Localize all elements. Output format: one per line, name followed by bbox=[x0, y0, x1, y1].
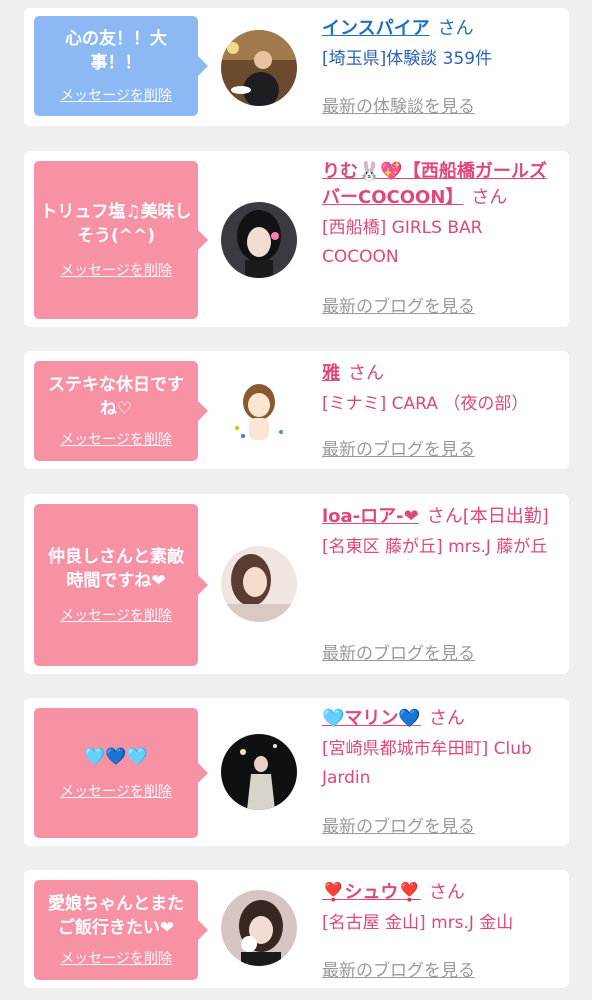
message-bubble: 愛娘ちゃんとまたご飯行きたい❤ メッセージを削除 bbox=[34, 880, 208, 980]
latest-blog-link[interactable]: 最新のブログを見る bbox=[322, 812, 475, 837]
avatar[interactable] bbox=[221, 202, 297, 278]
delete-message-link[interactable]: メッセージを削除 bbox=[60, 781, 172, 801]
latest-blog-link[interactable]: 最新のブログを見る bbox=[322, 639, 475, 664]
list-item: 🩵💙🩵 メッセージを削除 🩵マリン💙 さん [宮崎県都城市牟田町] Club Ja… bbox=[24, 698, 569, 846]
user-name-link[interactable]: りむ🐰💖【西船橋ガールズバーCOCOON】 bbox=[322, 161, 547, 208]
honorific: さん[本日出勤] bbox=[426, 506, 549, 527]
shop-info: [ミナミ] CARA （夜の部） bbox=[322, 394, 529, 414]
honorific: さん bbox=[428, 708, 465, 729]
honorific: さん bbox=[428, 882, 465, 903]
user-info: りむ🐰💖【西船橋ガールズバーCOCOON】 さん [西船橋] GIRLS BAR … bbox=[322, 159, 562, 272]
latest-blog-link[interactable]: 最新のブログを見る bbox=[322, 435, 475, 460]
latest-blog-link[interactable]: 最新のブログを見る bbox=[322, 292, 475, 317]
user-name-link[interactable]: loa-ロア-❤ bbox=[322, 506, 419, 527]
message-text: トリュフ塩♫美味しそう(^^) bbox=[40, 202, 192, 246]
latest-blog-link[interactable]: 最新のブログを見る bbox=[322, 956, 475, 981]
message-text: ステキな休日ですね♡ bbox=[48, 375, 184, 419]
shop-info: [埼玉県]体験談 359件 bbox=[322, 49, 493, 69]
message-text: 愛娘ちゃんとまたご飯行きたい❤ bbox=[48, 894, 184, 938]
delete-message-link[interactable]: メッセージを削除 bbox=[60, 85, 172, 105]
message-bubble: 仲良しさんと素敵時間ですね❤ メッセージを削除 bbox=[34, 504, 208, 666]
avatar[interactable] bbox=[221, 30, 297, 106]
user-info: loa-ロア-❤ さん[本日出勤] [名東区 藤が丘] mrs.J 藤が丘 bbox=[322, 504, 562, 562]
honorific: さん bbox=[471, 187, 508, 208]
message-list: 心の友！！大事！！ メッセージを削除 インスパイア さん [埼玉県]体験談 359… bbox=[0, 0, 592, 1000]
list-item: ステキな休日ですね♡ メッセージを削除 雅さん [ミナミ] CARA （夜の部）… bbox=[24, 351, 569, 469]
message-bubble: トリュフ塩♫美味しそう(^^) メッセージを削除 bbox=[34, 161, 208, 319]
user-info: ❣️シュウ❣️ さん [名古屋 金山] mrs.J 金山 bbox=[322, 880, 562, 938]
shop-info: [西船橋] GIRLS BAR COCOON bbox=[322, 218, 483, 267]
list-item: 愛娘ちゃんとまたご飯行きたい❤ メッセージを削除 ❣️シュウ❣️ さん [名古屋 … bbox=[24, 870, 569, 988]
avatar[interactable] bbox=[221, 372, 297, 448]
delete-message-link[interactable]: メッセージを削除 bbox=[60, 605, 172, 625]
delete-message-link[interactable]: メッセージを削除 bbox=[60, 260, 172, 280]
latest-review-link[interactable]: 最新の体験談を見る bbox=[322, 92, 475, 117]
shop-info: [宮崎県都城市牟田町] Club Jardin bbox=[322, 739, 532, 788]
user-info: インスパイア さん [埼玉県]体験談 359件 bbox=[322, 16, 562, 74]
honorific: さん bbox=[348, 363, 384, 384]
message-text: 心の友！！大事！！ bbox=[65, 29, 167, 73]
list-item: 心の友！！大事！！ メッセージを削除 インスパイア さん [埼玉県]体験談 359… bbox=[24, 8, 569, 126]
shop-info: [名古屋 金山] mrs.J 金山 bbox=[322, 913, 514, 933]
avatar[interactable] bbox=[221, 890, 297, 966]
user-name-link[interactable]: インスパイア bbox=[322, 18, 430, 39]
shop-info: [名東区 藤が丘] mrs.J 藤が丘 bbox=[322, 537, 548, 557]
honorific: さん bbox=[437, 18, 474, 39]
list-item: 仲良しさんと素敵時間ですね❤ メッセージを削除 loa-ロア-❤ さん[本日出勤]… bbox=[24, 494, 569, 674]
user-info: 雅さん [ミナミ] CARA （夜の部） bbox=[322, 361, 562, 419]
message-text: 🩵💙🩵 bbox=[84, 747, 148, 767]
avatar[interactable] bbox=[221, 546, 297, 622]
avatar[interactable] bbox=[221, 734, 297, 810]
list-item: トリュフ塩♫美味しそう(^^) メッセージを削除 りむ🐰💖【西船橋ガールズバーC… bbox=[24, 151, 569, 327]
delete-message-link[interactable]: メッセージを削除 bbox=[60, 429, 172, 449]
delete-message-link[interactable]: メッセージを削除 bbox=[60, 948, 172, 968]
message-bubble: 心の友！！大事！！ メッセージを削除 bbox=[34, 16, 208, 116]
message-text: 仲良しさんと素敵時間ですね❤ bbox=[48, 547, 184, 591]
user-name-link[interactable]: 🩵マリン💙 bbox=[322, 708, 421, 729]
user-name-link[interactable]: ❣️シュウ❣️ bbox=[322, 882, 421, 903]
message-bubble: 🩵💙🩵 メッセージを削除 bbox=[34, 708, 208, 838]
user-name-link[interactable]: 雅 bbox=[322, 363, 340, 384]
message-bubble: ステキな休日ですね♡ メッセージを削除 bbox=[34, 361, 208, 461]
user-info: 🩵マリン💙 さん [宮崎県都城市牟田町] Club Jardin bbox=[322, 706, 562, 793]
